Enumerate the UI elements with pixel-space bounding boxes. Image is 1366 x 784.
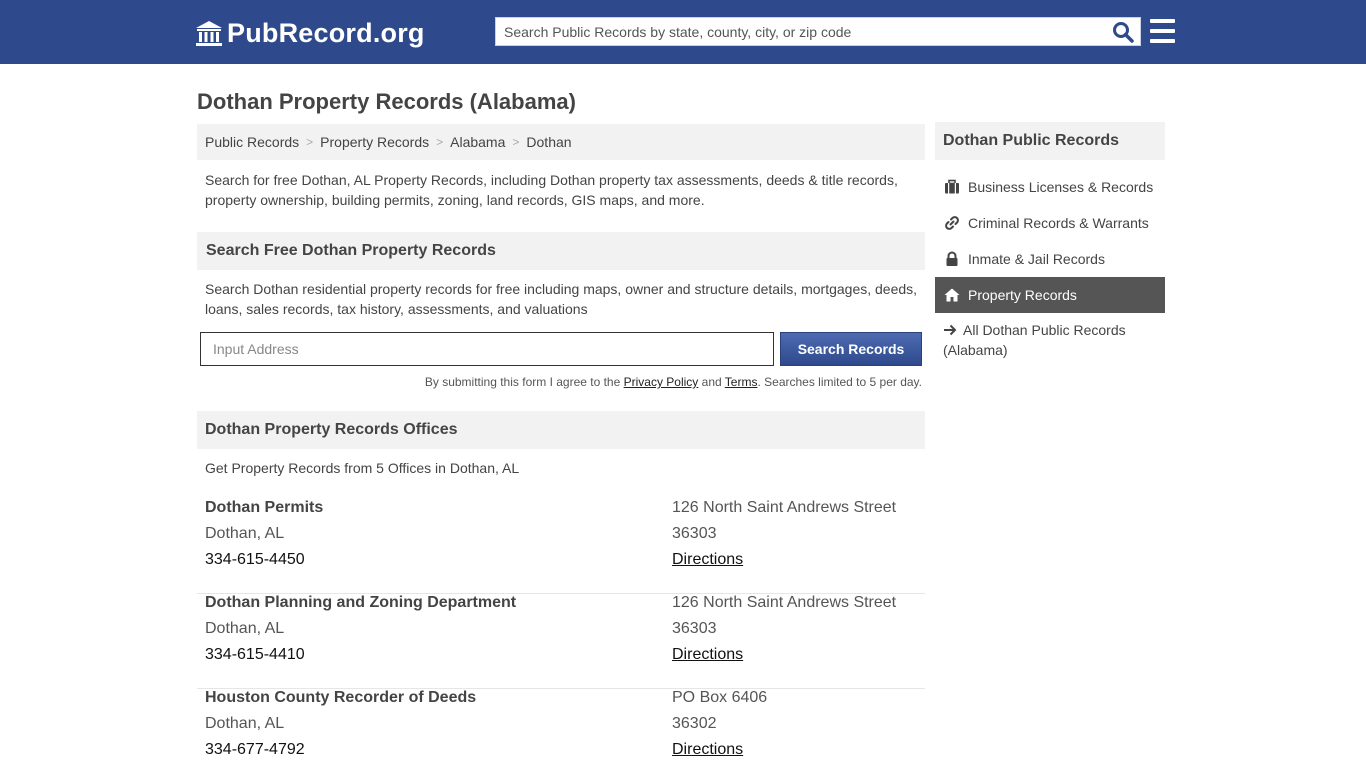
logo-text: PubRecord.org — [227, 17, 425, 48]
disclaimer-prefix: By submitting this form I agree to the — [424, 375, 624, 389]
directions-link[interactable]: Directions — [672, 551, 743, 569]
breadcrumb-separator: > — [512, 135, 520, 149]
hamburger-menu-icon[interactable] — [1150, 19, 1175, 43]
office-name: Houston County Recorder of Deeds — [205, 689, 477, 706]
office-card: Dothan Planning and Zoning Department Do… — [197, 594, 925, 689]
office-city: Dothan, AL — [205, 620, 285, 637]
sidebar-item-criminal-records[interactable]: Criminal Records & Warrants — [935, 205, 1165, 241]
office-zip: 36303 — [672, 525, 717, 542]
disclaimer-suffix: . Searches limited to 5 per day. — [757, 375, 922, 389]
sidebar-item-label: Property Records — [968, 287, 1077, 303]
breadcrumb-separator: > — [306, 135, 314, 149]
arrow-right-icon — [944, 324, 957, 336]
sidebar-item-inmate-records[interactable]: Inmate & Jail Records — [935, 241, 1165, 277]
privacy-policy-link[interactable]: Privacy Policy — [624, 375, 699, 389]
search-icon[interactable] — [1112, 21, 1134, 43]
breadcrumb-dothan[interactable]: Dothan — [526, 134, 571, 150]
sidebar: Dothan Public Records Business Licenses … — [935, 122, 1165, 358]
sidebar-item-business-licenses[interactable]: Business Licenses & Records — [935, 169, 1165, 205]
briefcase-icon — [945, 179, 959, 194]
breadcrumb-public-records[interactable]: Public Records — [205, 134, 299, 150]
sidebar-item-label: All Dothan Public Records (Alabama) — [943, 322, 1126, 358]
office-city: Dothan, AL — [205, 715, 285, 732]
site-search — [495, 17, 1141, 46]
office-street: PO Box 6406 — [672, 689, 768, 706]
office-zip: 36302 — [672, 715, 717, 732]
office-phone[interactable]: 334-615-4410 — [205, 646, 305, 664]
office-name: Dothan Permits — [205, 499, 324, 516]
directions-link[interactable]: Directions — [672, 741, 743, 759]
breadcrumb-property-records[interactable]: Property Records — [320, 134, 429, 150]
office-zip: 36303 — [672, 620, 717, 637]
directions-link[interactable]: Directions — [672, 646, 743, 664]
intro-text: Search for free Dothan, AL Property Reco… — [205, 172, 898, 208]
terms-link[interactable]: Terms — [725, 375, 758, 389]
sidebar-item-all-public-records[interactable]: All Dothan Public Records (Alabama) — [935, 320, 1165, 360]
home-icon — [944, 288, 960, 302]
search-description: Search Dothan residential property recor… — [205, 281, 918, 317]
breadcrumb-alabama[interactable]: Alabama — [450, 134, 505, 150]
search-records-button[interactable]: Search Records — [780, 332, 922, 366]
site-search-input[interactable] — [496, 18, 1106, 45]
sidebar-heading: Dothan Public Records — [935, 122, 1165, 160]
office-city: Dothan, AL — [205, 525, 285, 542]
office-name: Dothan Planning and Zoning Department — [205, 594, 517, 611]
address-input[interactable] — [200, 332, 774, 366]
sidebar-item-property-records[interactable]: Property Records — [935, 277, 1165, 313]
lock-icon — [946, 251, 958, 266]
top-navbar: PubRecord.org — [0, 0, 1366, 64]
office-phone[interactable]: 334-615-4450 — [205, 551, 305, 569]
office-card: Houston County Recorder of Deeds Dothan,… — [197, 689, 925, 784]
form-disclaimer: By submitting this form I agree to the P… — [425, 375, 922, 389]
offices-section-heading: Dothan Property Records Offices — [197, 411, 925, 449]
site-logo[interactable]: PubRecord.org — [195, 17, 425, 49]
sidebar-item-label: Business Licenses & Records — [968, 179, 1154, 195]
sidebar-item-label: Inmate & Jail Records — [968, 251, 1105, 267]
search-section-heading: Search Free Dothan Property Records — [197, 232, 925, 270]
office-phone[interactable]: 334-677-4792 — [205, 741, 305, 759]
sidebar-item-label: Criminal Records & Warrants — [968, 215, 1149, 231]
courthouse-icon — [196, 21, 222, 46]
offices-subheading: Get Property Records from 5 Offices in D… — [205, 460, 520, 476]
page-title: Dothan Property Records (Alabama) — [197, 89, 576, 114]
breadcrumb: Public Records > Property Records > Alab… — [197, 124, 925, 160]
office-street: 126 North Saint Andrews Street — [672, 499, 897, 516]
disclaimer-and: and — [698, 375, 725, 389]
office-street: 126 North Saint Andrews Street — [672, 594, 897, 611]
link-icon — [945, 216, 959, 230]
breadcrumb-separator: > — [436, 135, 444, 149]
office-card: Dothan Permits Dothan, AL 334-615-4450 1… — [197, 499, 925, 594]
